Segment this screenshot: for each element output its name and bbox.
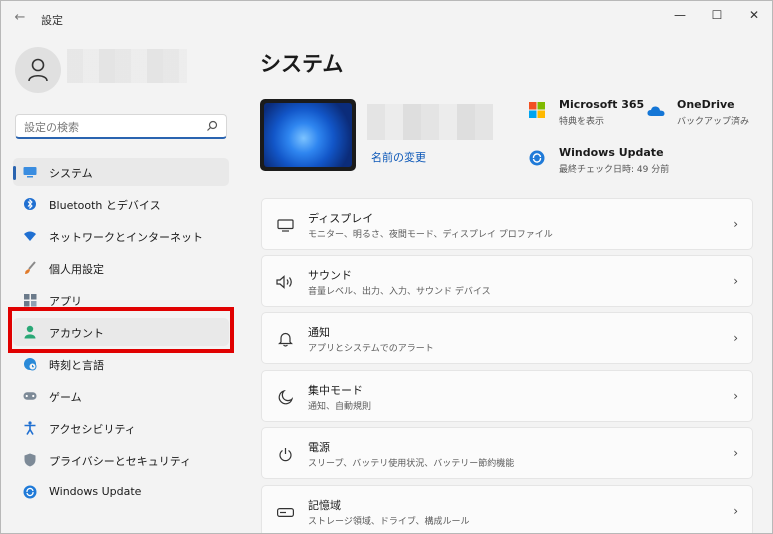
monitor-icon	[23, 165, 37, 179]
settings-card-power[interactable]: 電源 スリープ、バッテリ使用状況、バッテリー節約機能 ›	[261, 427, 753, 479]
shield-icon	[23, 453, 37, 467]
card-subtitle: ストレージ領域、ドライブ、構成ルール	[308, 517, 470, 527]
highlight-annotation	[8, 307, 234, 353]
settings-search[interactable]	[15, 114, 227, 139]
card-title: 電源	[308, 441, 330, 454]
sidebar-item-label: Windows Update	[49, 485, 142, 498]
quick-link-title: Microsoft 365	[559, 98, 645, 111]
device-thumbnail	[260, 99, 356, 171]
apps-icon	[23, 293, 37, 307]
card-title: ディスプレイ	[308, 212, 374, 225]
bell-icon	[276, 330, 294, 348]
settings-card-sound[interactable]: サウンド 音量レベル、出力、入力、サウンド デバイス ›	[261, 255, 753, 307]
brush-icon	[23, 261, 37, 275]
chevron-right-icon: ›	[733, 504, 738, 518]
chevron-right-icon: ›	[733, 217, 738, 231]
sidebar-item-label: 個人用設定	[49, 263, 104, 276]
quick-link-subtitle: 最終チェック日時: 49 分前	[559, 165, 670, 175]
accessibility-icon	[23, 421, 37, 435]
sidebar-item-windows-update[interactable]: Windows Update	[13, 478, 229, 506]
card-title: 集中モード	[308, 384, 363, 397]
card-title: 記憶域	[308, 499, 341, 512]
display-icon	[276, 216, 294, 234]
card-subtitle: スリープ、バッテリ使用状況、バッテリー節約機能	[308, 459, 515, 469]
maximize-button[interactable]: ☐	[697, 5, 737, 25]
card-subtitle: 音量レベル、出力、入力、サウンド デバイス	[308, 287, 491, 297]
card-title: サウンド	[308, 269, 352, 282]
avatar[interactable]	[15, 47, 61, 93]
quick-link-title: OneDrive	[677, 98, 735, 111]
app-title: 設定	[41, 14, 63, 27]
rename-link[interactable]: 名前の変更	[371, 149, 426, 165]
sidebar-item-accessibility[interactable]: アクセシビリティ	[13, 414, 229, 442]
sidebar-item-network[interactable]: ネットワークとインターネット	[13, 222, 229, 250]
minimize-button[interactable]: —	[660, 5, 700, 25]
quick-link-subtitle: 特典を表示	[559, 117, 605, 127]
sidebar-item-privacy-security[interactable]: プライバシーとセキュリティ	[13, 446, 229, 474]
settings-card-notifications[interactable]: 通知 アプリとシステムでのアラート ›	[261, 312, 753, 364]
quick-link-subtitle: バックアップ済み	[677, 117, 750, 127]
chevron-right-icon: ›	[733, 446, 738, 460]
sidebar-item-system[interactable]: システム	[13, 158, 229, 186]
blurred-device-name	[367, 104, 493, 140]
back-button[interactable]: ←	[11, 10, 29, 26]
drive-icon	[276, 503, 294, 521]
chevron-right-icon: ›	[733, 389, 738, 403]
card-subtitle: モニター、明るさ、夜間モード、ディスプレイ プロファイル	[308, 230, 553, 240]
card-subtitle: アプリとシステムでのアラート	[308, 344, 434, 354]
settings-card-focus[interactable]: 集中モード 通知、自動規則 ›	[261, 370, 753, 422]
sidebar-item-label: ネットワークとインターネット	[49, 231, 203, 244]
gamepad-icon	[23, 389, 37, 403]
sidebar-item-time-language[interactable]: 時刻と言語	[13, 350, 229, 378]
update-icon	[529, 150, 545, 166]
cloud-icon	[647, 102, 665, 118]
sidebar-item-label: プライバシーとセキュリティ	[49, 455, 192, 468]
title-bar: ← 設定 — ☐ ✕	[1, 1, 772, 35]
settings-card-storage[interactable]: 記憶域 ストレージ領域、ドライブ、構成ルール ›	[261, 485, 753, 533]
update-icon	[23, 485, 37, 499]
globe-clock-icon	[23, 357, 37, 371]
sidebar-item-bluetooth[interactable]: Bluetooth とデバイス	[13, 190, 229, 218]
sidebar-item-label: アクセシビリティ	[49, 423, 136, 436]
search-input[interactable]	[22, 118, 206, 136]
search-icon	[207, 120, 218, 131]
speaker-icon	[276, 273, 294, 291]
sidebar-item-label: システム	[49, 167, 93, 180]
wifi-icon	[23, 229, 37, 243]
power-icon	[276, 445, 294, 463]
wallpaper-image	[264, 103, 352, 167]
blurred-account-name	[67, 49, 187, 83]
sidebar-item-label: 時刻と言語	[49, 359, 104, 372]
microsoft-logo-icon	[529, 102, 545, 118]
settings-card-display[interactable]: ディスプレイ モニター、明るさ、夜間モード、ディスプレイ プロファイル ›	[261, 198, 753, 250]
bluetooth-icon	[23, 197, 37, 211]
card-subtitle: 通知、自動規則	[308, 402, 372, 412]
user-icon	[28, 58, 48, 82]
moon-icon	[276, 388, 294, 406]
close-button[interactable]: ✕	[734, 5, 772, 25]
settings-window: ← 設定 — ☐ ✕ システム Bluetooth とデバイス	[0, 0, 773, 534]
chevron-right-icon: ›	[733, 331, 738, 345]
card-title: 通知	[308, 326, 330, 339]
page-title: システム	[260, 52, 344, 76]
quick-link-title: Windows Update	[559, 146, 664, 159]
sidebar-item-label: ゲーム	[49, 391, 82, 404]
sidebar-item-gaming[interactable]: ゲーム	[13, 382, 229, 410]
chevron-right-icon: ›	[733, 274, 738, 288]
sidebar-item-personalization[interactable]: 個人用設定	[13, 254, 229, 282]
sidebar-item-label: Bluetooth とデバイス	[49, 199, 161, 212]
active-indicator	[13, 166, 16, 180]
